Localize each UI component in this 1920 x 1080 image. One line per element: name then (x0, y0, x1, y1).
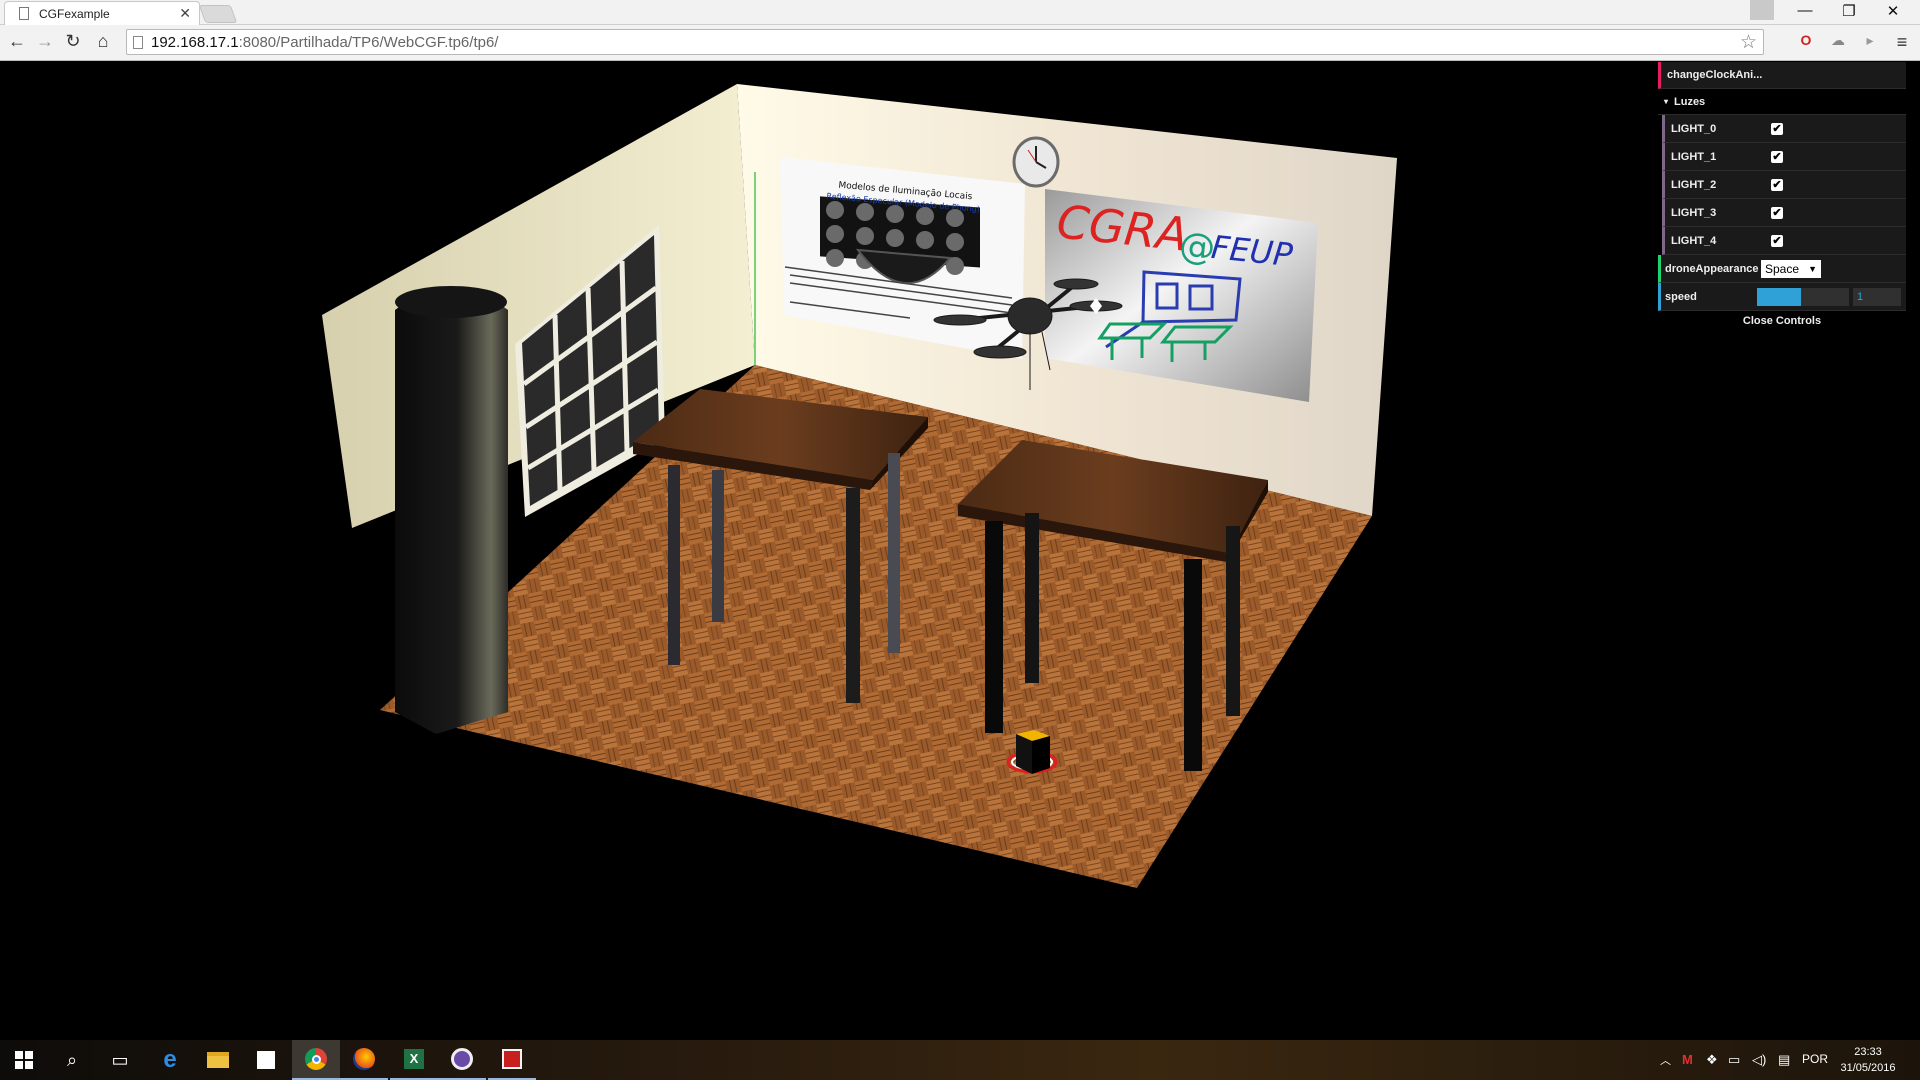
speed-row: speed 1 (1658, 283, 1906, 311)
back-icon[interactable]: ← (6, 31, 28, 52)
notification-icon[interactable]: ▤ (1778, 1052, 1790, 1068)
change-clock-animation-button[interactable]: changeClockAni... (1658, 62, 1906, 89)
forward-icon[interactable]: → (34, 31, 56, 52)
excel-icon[interactable]: X (390, 1040, 438, 1080)
page-info-icon[interactable] (133, 36, 143, 49)
tab-close-icon[interactable]: ✕ (179, 5, 191, 22)
new-tab-button[interactable] (198, 5, 238, 23)
play-extension-icon[interactable]: ▸ (1860, 32, 1880, 52)
cloud-extension-icon[interactable]: ☁ (1828, 32, 1848, 52)
drone-appearance-select[interactable]: Space ▼ (1761, 260, 1821, 278)
clock-date: 31/05/2016 (1840, 1062, 1896, 1074)
chevron-down-icon: ▼ (1808, 264, 1817, 274)
light-1-checkbox[interactable]: ✔ (1771, 151, 1783, 163)
chevron-up-icon[interactable]: ︿ (1660, 1052, 1671, 1068)
column (395, 286, 508, 734)
clock-time: 23:33 (1854, 1046, 1882, 1058)
light-label: LIGHT_3 (1671, 207, 1717, 219)
tab-title: CGFexample (39, 7, 110, 21)
taskbar: ⌕ ▭ e X ︿ M ❖ ▭ ◁) ▤ POR 23:33 31/05/201… (0, 1040, 1920, 1080)
speed-label: speed (1665, 291, 1697, 303)
minimize-button[interactable]: — (1790, 2, 1820, 19)
address-bar[interactable]: 192.168.17.1:8080/Partilhada/TP6/WebCGF.… (126, 29, 1764, 55)
light-4-row[interactable]: LIGHT_4 ✔ (1662, 227, 1906, 255)
webgl-canvas[interactable]: Modelos de Iluminação Locais Reflexão Es… (0, 62, 1920, 1040)
light-2-row[interactable]: LIGHT_2 ✔ (1662, 171, 1906, 199)
menu-icon[interactable]: ≡ (1892, 32, 1912, 52)
change-clock-label: changeClockAni... (1667, 69, 1763, 81)
firefox-icon[interactable] (340, 1040, 388, 1080)
page-icon (19, 7, 29, 20)
close-controls-button[interactable]: Close Controls (1658, 311, 1906, 331)
volume-icon[interactable]: ◁) (1752, 1052, 1766, 1068)
light-1-row[interactable]: LIGHT_1 ✔ (1662, 143, 1906, 171)
reload-icon[interactable]: ↻ (62, 31, 84, 52)
light-3-row[interactable]: LIGHT_3 ✔ (1662, 199, 1906, 227)
light-0-checkbox[interactable]: ✔ (1771, 123, 1783, 135)
light-label: LIGHT_1 (1671, 151, 1717, 163)
speed-slider-fill (1757, 288, 1802, 306)
start-icon[interactable] (0, 1040, 48, 1080)
antivirus-icon[interactable]: M (1682, 1052, 1693, 1067)
scene-render: Modelos de Iluminação Locais Reflexão Es… (322, 84, 1397, 888)
browser-toolbar: ← → ↻ ⌂ 192.168.17.1:8080/Partilhada/TP6… (0, 25, 1920, 61)
light-4-checkbox[interactable]: ✔ (1771, 235, 1783, 247)
speed-slider[interactable] (1757, 288, 1849, 306)
system-clock[interactable]: 23:33 31/05/2016 (1834, 1044, 1902, 1076)
drone-appearance-label: droneAppearance (1665, 263, 1759, 275)
controls-panel: changeClockAni... ▾ Luzes LIGHT_0 ✔ LIGH… (1658, 62, 1906, 331)
edge-icon[interactable]: e (146, 1040, 194, 1080)
file-explorer-icon[interactable] (194, 1040, 242, 1080)
chrome-icon[interactable] (292, 1040, 340, 1080)
light-2-checkbox[interactable]: ✔ (1771, 179, 1783, 191)
folder-arrow-icon: ▾ (1664, 97, 1669, 106)
language-indicator[interactable]: POR (1802, 1052, 1828, 1066)
speed-input[interactable]: 1 (1853, 288, 1901, 306)
dropbox-icon[interactable]: ❖ (1706, 1052, 1718, 1068)
light-label: LIGHT_2 (1671, 179, 1717, 191)
drone-appearance-value: Space (1765, 262, 1800, 276)
task-view-icon[interactable]: ▭ (96, 1040, 144, 1080)
app-icon[interactable] (438, 1040, 486, 1080)
restore-button[interactable]: ❐ (1834, 2, 1864, 20)
store-icon[interactable] (242, 1040, 290, 1080)
close-window-button[interactable]: ✕ (1878, 2, 1908, 20)
drone-appearance-row: droneAppearance Space ▼ (1658, 255, 1906, 283)
search-icon[interactable]: ⌕ (48, 1040, 96, 1080)
wall-clock (1012, 136, 1060, 188)
url-text[interactable]: 192.168.17.1:8080/Partilhada/TP6/WebCGF.… (151, 34, 498, 51)
profile-icon[interactable] (1750, 0, 1774, 20)
acrobat-icon[interactable] (488, 1040, 536, 1080)
light-label: LIGHT_4 (1671, 235, 1717, 247)
light-3-checkbox[interactable]: ✔ (1771, 207, 1783, 219)
tab-strip: CGFexample ✕ — ❐ ✕ (0, 0, 1920, 25)
opera-extension-icon[interactable]: O (1796, 32, 1816, 52)
folder-label: Luzes (1674, 96, 1706, 108)
light-label: LIGHT_0 (1671, 123, 1717, 135)
bookmark-star-icon[interactable]: ☆ (1740, 31, 1757, 54)
light-0-row[interactable]: LIGHT_0 ✔ (1662, 115, 1906, 143)
tab-cgfexample[interactable]: CGFexample ✕ (4, 1, 200, 25)
home-icon[interactable]: ⌂ (92, 31, 114, 52)
folder-luzes[interactable]: ▾ Luzes (1658, 89, 1906, 115)
network-icon[interactable]: ▭ (1728, 1052, 1740, 1068)
